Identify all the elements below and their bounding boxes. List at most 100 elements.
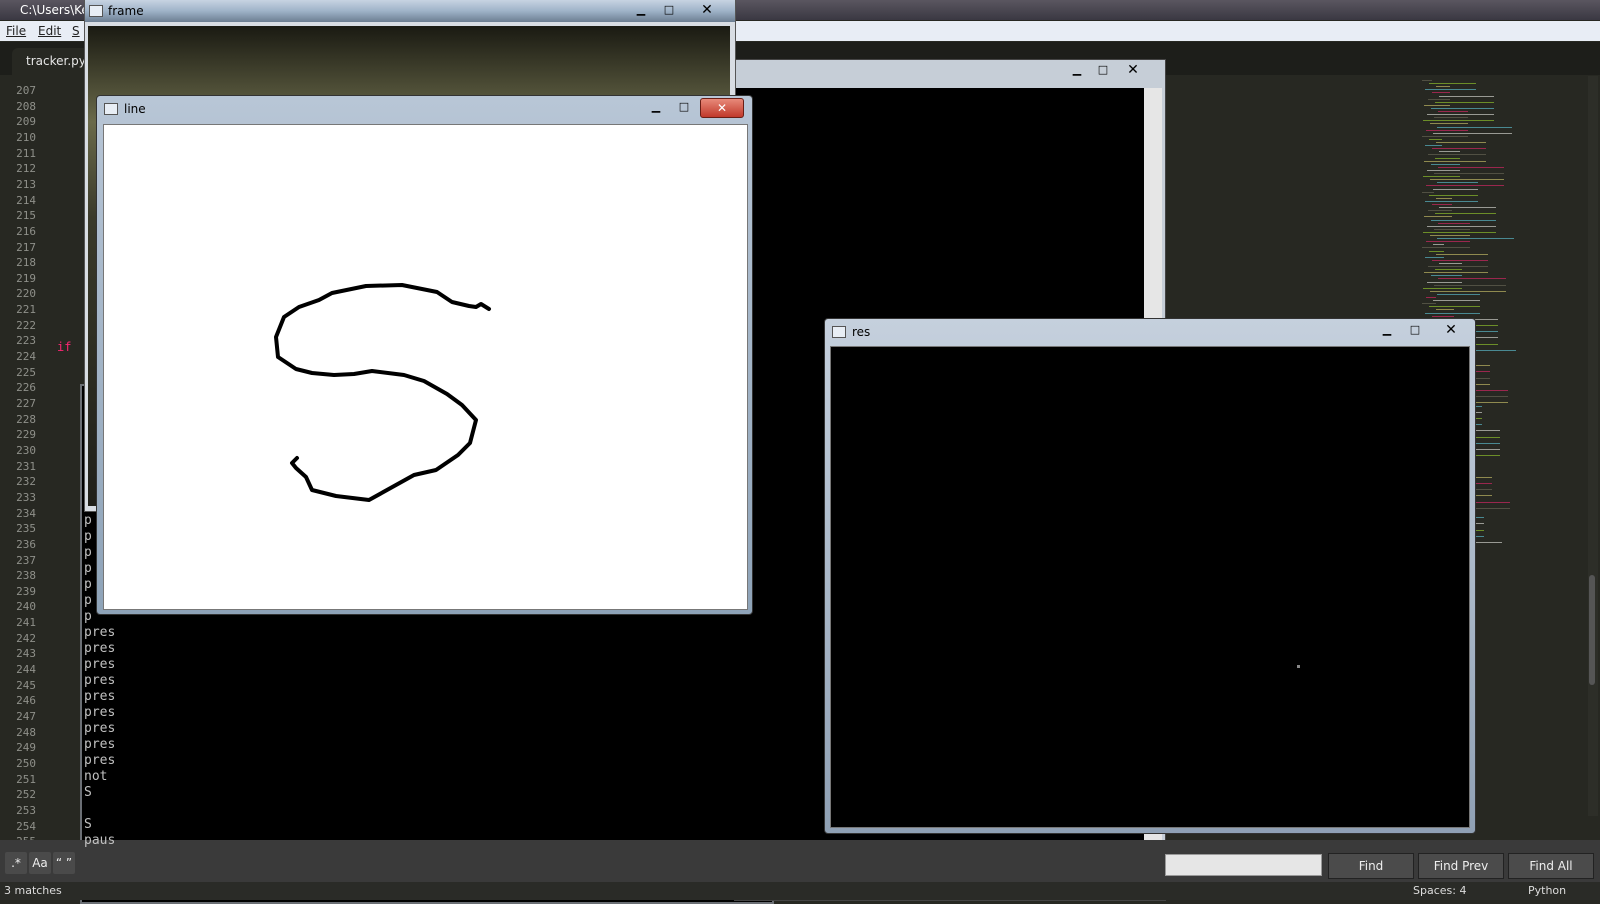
minimap-line	[1425, 256, 1444, 258]
window-icon	[832, 326, 846, 338]
minimap-line	[1431, 275, 1462, 277]
minimap-line	[1439, 262, 1462, 264]
minimap-line	[1432, 92, 1450, 94]
line-number: 228	[16, 412, 36, 426]
frame-minimize-button[interactable]: ▁	[630, 2, 652, 18]
menu-selection[interactable]: S	[72, 24, 80, 38]
minimap-line	[1438, 222, 1470, 224]
minimap-line	[1434, 228, 1470, 230]
status-indentation[interactable]: Spaces: 4	[1413, 884, 1466, 897]
line-number: 246	[16, 694, 36, 708]
window-icon	[104, 103, 118, 115]
line-number: 230	[16, 443, 36, 457]
minimap-line	[1435, 213, 1496, 215]
line-number: 227	[16, 397, 36, 410]
minimap-line	[1428, 98, 1450, 100]
minimap-line	[1438, 278, 1506, 280]
line-number: 252	[16, 788, 36, 802]
minimap-line	[1429, 83, 1476, 85]
res-close-button[interactable]: ✕	[1436, 322, 1466, 338]
line-number: 237	[16, 553, 36, 567]
minimap-line	[1431, 219, 1496, 221]
line-number: 242	[16, 631, 36, 645]
minimap-line	[1434, 284, 1506, 286]
res-maximize-button[interactable]: □	[1404, 322, 1426, 338]
minimap-line	[1433, 132, 1512, 134]
minimap-line	[1436, 142, 1486, 143]
line-number: 211	[16, 146, 36, 160]
line-title: line	[124, 102, 146, 116]
res-minimize-button[interactable]: ▁	[1376, 322, 1398, 338]
minimap-line	[1438, 111, 1468, 112]
line-number: 209	[16, 115, 36, 129]
line-number: 224	[16, 350, 36, 364]
back-close-button[interactable]: ✕	[1118, 62, 1148, 78]
minimap-line	[1436, 253, 1488, 255]
line-maximize-button[interactable]: □	[673, 99, 695, 115]
line-close-button[interactable]: ✕	[700, 98, 744, 118]
whole-word-toggle[interactable]: “ ”	[53, 852, 75, 874]
find-prev-button[interactable]: Find Prev	[1418, 853, 1504, 879]
minimap-line	[1426, 129, 1468, 131]
regex-toggle[interactable]: .*	[5, 852, 27, 874]
frame-maximize-button[interactable]: □	[658, 2, 680, 18]
console-line: not	[84, 769, 108, 784]
minimap-line	[1435, 101, 1494, 103]
minimap-line	[1436, 86, 1450, 88]
line-number: 218	[16, 256, 36, 270]
minimap-line	[1432, 148, 1486, 150]
status-matches: 3 matches	[4, 884, 62, 897]
minimap-line	[1435, 157, 1460, 159]
drawn-stroke	[274, 283, 491, 502]
back-minimize-button[interactable]: ▁	[1066, 62, 1088, 78]
editor-scrollbar-thumb[interactable]	[1589, 575, 1595, 685]
minimap-line	[1432, 204, 1452, 205]
console-line: pres	[84, 705, 116, 720]
line-number: 222	[16, 318, 36, 332]
minimap-line	[1429, 194, 1478, 196]
line-number: 247	[16, 710, 36, 723]
minimap-line	[1422, 303, 1436, 305]
line-number: 223	[16, 334, 36, 348]
find-all-button[interactable]: Find All	[1508, 853, 1594, 879]
line-number: 244	[16, 663, 36, 677]
editor-scrollbar[interactable]	[1588, 76, 1598, 816]
line-number: 220	[16, 287, 36, 301]
menu-edit[interactable]: Edit	[38, 24, 61, 38]
line-minimize-button[interactable]: ▁	[645, 99, 667, 115]
minimap-line	[1432, 259, 1488, 261]
line-number: 208	[16, 99, 36, 113]
line-number: 216	[16, 224, 36, 238]
line-number: 249	[16, 741, 36, 755]
line-number: 212	[16, 162, 36, 176]
back-maximize-button[interactable]: □	[1092, 62, 1114, 78]
status-bar	[0, 882, 1600, 900]
minimap-line	[1435, 269, 1462, 271]
line-number: 233	[16, 490, 36, 504]
console-line: p	[84, 545, 92, 560]
menu-file[interactable]: File	[6, 24, 26, 38]
line-number: 231	[16, 459, 36, 473]
console-line: p	[84, 593, 92, 608]
case-toggle[interactable]: Aa	[29, 852, 51, 874]
minimap-line	[1426, 241, 1470, 243]
console-line: pres	[84, 737, 116, 752]
line-number: 248	[16, 725, 36, 739]
minimap-line	[1428, 266, 1488, 267]
console-line: pres	[84, 689, 116, 704]
minimap-line	[1426, 297, 1436, 298]
minimap-line	[1436, 197, 1452, 199]
find-input[interactable]	[1165, 854, 1322, 876]
minimap-line	[1425, 89, 1476, 91]
code-keyword: if	[57, 340, 72, 354]
frame-close-button[interactable]: ✕	[692, 2, 722, 18]
minimap-line	[1424, 272, 1488, 274]
find-button[interactable]: Find	[1328, 853, 1414, 879]
line-number: 219	[16, 271, 36, 285]
status-syntax[interactable]: Python	[1528, 884, 1566, 897]
minimap-line	[1430, 290, 1506, 292]
line-number: 214	[16, 193, 36, 207]
res-title: res	[852, 325, 871, 339]
minimap-line	[1425, 312, 1480, 314]
minimap-line	[1429, 250, 1444, 252]
